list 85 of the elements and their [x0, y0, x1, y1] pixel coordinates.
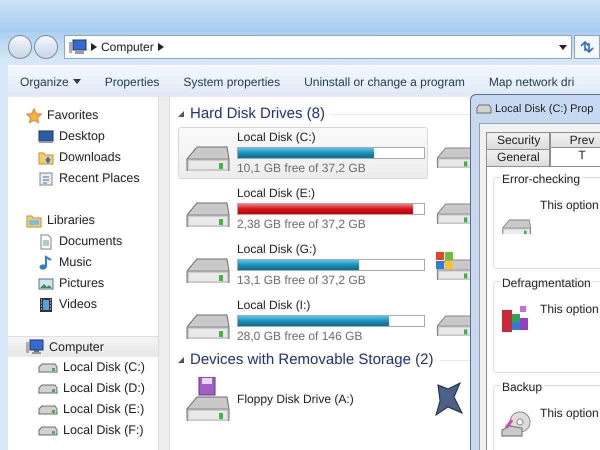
- drive-icon: [38, 424, 58, 436]
- drive-icon: [38, 382, 58, 394]
- library-icon: [26, 212, 42, 228]
- group-heading[interactable]: Devices with Removable Storage (2): [190, 348, 434, 372]
- refresh-icon: [579, 40, 595, 54]
- nav-item[interactable]: Local Disk (C:): [8, 357, 158, 378]
- chevron-right-icon: [91, 43, 97, 51]
- nav-item[interactable]: Documents: [8, 231, 158, 252]
- drive-name: Local Disk (G:): [237, 242, 318, 257]
- free-space: 2,38 GB free of 37,2 GB: [237, 217, 367, 232]
- toolbar-button[interactable]: Uninstall or change a program: [292, 72, 477, 90]
- logo-icon: [434, 379, 464, 419]
- nav-label: Favorites: [47, 107, 98, 124]
- free-space: 13,1 GB free of 37,2 GB: [237, 273, 367, 288]
- nav-item[interactable]: Local Disk (E:): [8, 399, 158, 420]
- forward-button[interactable]: [34, 35, 58, 59]
- drive-name: Local Disk (I:): [237, 298, 312, 313]
- nav-label: Desktop: [59, 128, 105, 146]
- nav-heading[interactable]: Libraries: [8, 210, 158, 231]
- nav-label: Pictures: [59, 275, 104, 292]
- nav-label: Local Disk (F:): [63, 422, 144, 440]
- dialog-title: Local Disk (C:) Prop: [495, 102, 594, 117]
- drive-name: Local Disk (C:): [237, 130, 317, 145]
- music-note-icon: [38, 254, 54, 270]
- toolbar-button[interactable]: Organize: [8, 72, 93, 90]
- chevron-right-icon: [158, 43, 164, 51]
- nav-label: Local Disk (E:): [63, 401, 144, 418]
- nav-label: Local Disk (C:): [63, 359, 145, 376]
- drive-icon: [38, 404, 58, 416]
- star-icon: [26, 108, 42, 124]
- nav-label: Videos: [59, 296, 97, 314]
- scrollbar[interactable]: [158, 97, 170, 450]
- drive-tile[interactable]: Local Disk (C:) 10,1 GB free of 37,2 GB: [178, 127, 428, 179]
- drive-tile[interactable]: Local Disk (G:) 13,1 GB free of 37,2 GB: [178, 239, 428, 291]
- address-bar[interactable]: Computer: [64, 35, 572, 59]
- breadcrumb[interactable]: Computer: [101, 38, 154, 56]
- nav-heading[interactable]: Favorites: [8, 105, 158, 126]
- back-button[interactable]: [8, 35, 32, 59]
- selected-nav-item[interactable]: Computer: [8, 336, 158, 357]
- toolbar-button[interactable]: System properties: [171, 72, 292, 90]
- drive-tile[interactable]: Local Disk (I:) 28,0 GB free of 146 GB: [178, 295, 428, 347]
- option-description: This option: [540, 197, 599, 214]
- nav-item[interactable]: Desktop: [8, 126, 158, 147]
- collapse-arrow-icon: [178, 111, 184, 117]
- tab[interactable]: Security: [486, 132, 550, 149]
- drive-tile[interactable]: Floppy Disk Drive (A:): [178, 373, 428, 425]
- nav-item[interactable]: Local Disk (D:): [8, 378, 158, 399]
- drive-name: Local Disk (E:): [237, 186, 316, 201]
- free-space: 10,1 GB free of 37,2 GB: [237, 161, 367, 176]
- free-space: 28,0 GB free of 146 GB: [237, 329, 364, 344]
- drive-tile[interactable]: Local Disk (E:) 2,38 GB free of 37,2 GB: [178, 183, 428, 235]
- tab[interactable]: T: [550, 147, 600, 166]
- document-icon: [38, 234, 54, 250]
- drive-icon: [476, 104, 492, 114]
- nav-item[interactable]: Local Disk (F:): [8, 420, 158, 441]
- refresh-button[interactable]: [574, 35, 600, 59]
- caret-down-icon: [559, 44, 567, 50]
- toolbar-button[interactable]: Properties: [92, 72, 172, 90]
- nav-label: Computer: [49, 338, 104, 356]
- nav-label: Local Disk (D:): [63, 380, 145, 398]
- nav-label: Music: [59, 254, 92, 272]
- computer-icon: [26, 339, 44, 355]
- recent-places-icon: [38, 170, 54, 186]
- computer-icon: [69, 39, 87, 55]
- nav-item[interactable]: Downloads: [8, 147, 158, 168]
- nav-item[interactable]: Music: [8, 252, 158, 273]
- nav-item[interactable]: Pictures: [8, 273, 158, 294]
- nav-label: Downloads: [59, 149, 121, 166]
- desktop-icon: [38, 128, 54, 144]
- toolbar-button[interactable]: Map network dri: [476, 72, 586, 90]
- nav-item[interactable]: Recent Places: [8, 168, 158, 189]
- nav-label: Libraries: [47, 212, 95, 230]
- option-description: This option: [540, 301, 599, 318]
- nav-item[interactable]: Videos: [8, 294, 158, 315]
- nav-label: Recent Places: [59, 170, 140, 188]
- nav-label: Documents: [59, 233, 122, 250]
- drive-icon: [38, 362, 58, 374]
- film-icon: [38, 296, 54, 312]
- tab[interactable]: General: [486, 149, 550, 166]
- picture-icon: [38, 276, 54, 292]
- option-description: This option: [540, 405, 599, 422]
- group-heading[interactable]: Hard Disk Drives (8): [190, 102, 326, 126]
- collapse-arrow-icon: [178, 357, 184, 363]
- folder-icon: [38, 150, 54, 166]
- drive-name: Floppy Disk Drive (A:): [237, 392, 354, 406]
